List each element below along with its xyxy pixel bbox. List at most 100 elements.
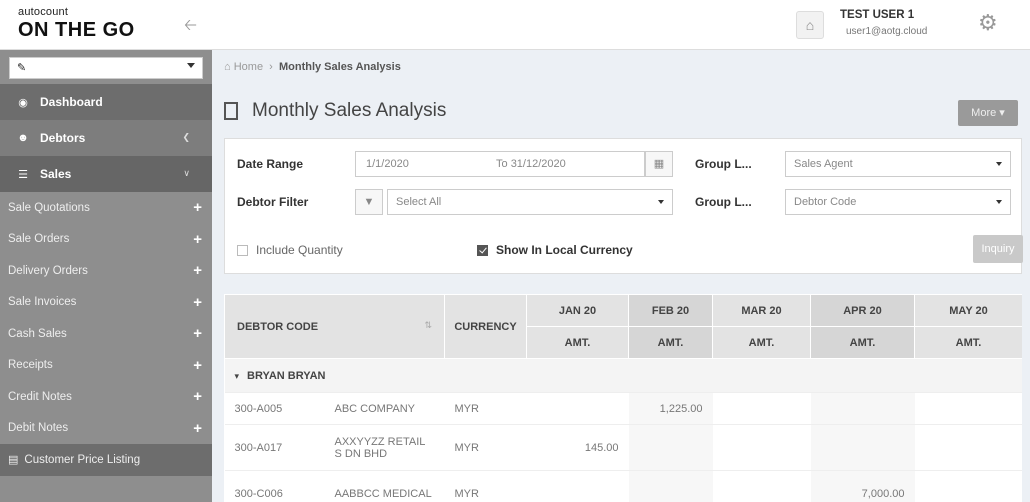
table-row[interactable]: 300-A017 AXXYYZZ RETAIL S DN BHD MYR 145… (224, 424, 1022, 471)
local-currency-label: Show In Local Currency (496, 243, 633, 257)
sidebar-item-label: Sales (40, 167, 72, 181)
sidebar-item-cash-sales[interactable]: Cash Sales + (0, 318, 212, 350)
col-amt: AMT. (914, 326, 1022, 359)
brand-big: ON THE GO (18, 19, 135, 41)
company-select[interactable]: ✎ (9, 57, 203, 79)
col-debtor-code[interactable]: DEBTOR CODE ⇅ (224, 294, 445, 359)
table-row[interactable]: 300-C006 AABBCC MEDICAL MYR 7,000.00 (224, 470, 1022, 502)
group-level-1-select[interactable]: Sales Agent (785, 151, 1011, 177)
plus-icon[interactable]: + (193, 262, 202, 279)
group-level-2-select[interactable]: Debtor Code (785, 189, 1011, 215)
sidebar-item-label: Sale Invoices (8, 296, 77, 309)
group-name: BRYAN BRYAN (247, 369, 326, 382)
table-row[interactable]: 300-A005 ABC COMPANY MYR 1,225.00 (224, 392, 1022, 425)
sidebar-item-sale-quotations[interactable]: Sale Quotations + (0, 192, 212, 224)
sidebar-item-debtors[interactable]: ☻ Debtors ❮ (0, 120, 212, 156)
include-quantity-checkbox[interactable]: Include Quantity (237, 243, 343, 257)
document-icon: ▤ (8, 454, 19, 467)
collapse-icon[interactable]: ▾ (235, 371, 240, 381)
breadcrumb-separator: › (266, 61, 276, 73)
sidebar-item-label: Sale Orders (8, 233, 70, 246)
sidebar-item-credit-notes[interactable]: Credit Notes + (0, 381, 212, 413)
plus-icon[interactable]: + (193, 199, 202, 216)
logo-bar: autocount ON THE GO 🡠 (0, 0, 212, 50)
plus-icon[interactable]: + (193, 388, 202, 405)
sidebar-item-sale-invoices[interactable]: Sale Invoices + (0, 286, 212, 318)
row-amount: 145.00 (526, 424, 629, 471)
date-range-label: Date Range (237, 157, 304, 171)
plus-icon[interactable]: + (193, 357, 202, 374)
row-amount (712, 392, 811, 425)
col-month: APR 20 (810, 294, 915, 327)
date-range-input[interactable]: 1/1/2020 To 31/12/2020 (355, 151, 645, 177)
row-amount (712, 470, 811, 502)
sort-icon[interactable]: ⇅ (424, 320, 432, 331)
plus-icon[interactable]: + (193, 231, 202, 248)
plus-icon[interactable]: + (193, 420, 202, 437)
user-name[interactable]: TEST USER 1 (840, 9, 914, 21)
group-level-1-value: Sales Agent (794, 158, 853, 170)
chevron-down-icon (996, 162, 1002, 166)
row-code: 300-A017 (224, 424, 325, 471)
row-amount (810, 424, 915, 471)
more-button[interactable]: More ▾ (958, 100, 1018, 126)
include-quantity-label: Include Quantity (256, 243, 343, 257)
breadcrumb-home[interactable]: Home (234, 61, 263, 73)
plus-icon[interactable]: + (193, 325, 202, 342)
local-currency-checkbox[interactable]: Show In Local Currency (477, 243, 633, 257)
debtor-filter-label: Debtor Filter (237, 195, 309, 209)
home-icon: ⌂ (224, 61, 231, 73)
row-name: AXXYYZZ RETAIL S DN BHD (324, 424, 445, 471)
col-month: MAY 20 (914, 294, 1022, 327)
row-amount (914, 470, 1022, 502)
back-arrow-icon[interactable]: 🡠 (184, 14, 202, 34)
row-amount (526, 392, 629, 425)
sidebar-item-label: Debit Notes (8, 422, 69, 435)
sidebar-item-sale-orders[interactable]: Sale Orders + (0, 223, 212, 255)
sidebar-item-label: Delivery Orders (8, 264, 88, 277)
row-code: 300-A005 (224, 392, 325, 425)
chevron-down-icon (187, 63, 195, 68)
col-amt: AMT. (810, 326, 915, 359)
sidebar-item-sales[interactable]: ☰ Sales ∨ (0, 156, 212, 192)
debtor-filter-placeholder: Select All (396, 196, 442, 208)
sidebar-item-delivery-orders[interactable]: Delivery Orders + (0, 255, 212, 287)
row-amount (628, 470, 713, 502)
main-content: ⌂ Home › Monthly Sales Analysis Monthly … (212, 50, 1030, 502)
sidebar-item-customer-price-listing[interactable]: ▤ Customer Price Listing (0, 444, 212, 476)
sidebar-item-receipts[interactable]: Receipts + (0, 349, 212, 381)
checkbox-unchecked-icon (237, 244, 248, 256)
plus-icon[interactable]: + (193, 294, 202, 311)
chevron-down-icon (996, 200, 1002, 204)
row-amount (914, 424, 1022, 471)
row-code: 300-C006 (224, 470, 325, 502)
col-currency[interactable]: CURRENCY (444, 294, 527, 359)
gear-icon[interactable]: ⚙ (978, 10, 998, 36)
users-icon: ☻ (17, 132, 29, 144)
filter-panel: Date Range 1/1/2020 To 31/12/2020 ▦ Grou… (224, 138, 1023, 274)
group-row[interactable]: ▾ BRYAN BRYAN (224, 358, 1022, 393)
breadcrumb-current: Monthly Sales Analysis (278, 61, 401, 73)
sidebar-item-debit-notes[interactable]: Debit Notes + (0, 412, 212, 444)
row-amount: 1,225.00 (628, 392, 713, 425)
chevron-left-icon: ❮ (182, 132, 190, 142)
filter-icon[interactable]: ▼ (355, 189, 383, 215)
sidebar-item-dashboard[interactable]: ◉ Dashboard (0, 84, 212, 120)
row-amount (914, 392, 1022, 425)
calendar-icon[interactable]: ▦ (645, 151, 673, 177)
sidebar-item-label: Dashboard (40, 95, 103, 109)
home-button[interactable]: ⌂ (796, 11, 824, 39)
group-level-2-label: Group L... (695, 195, 752, 209)
col-amt: AMT. (712, 326, 811, 359)
date-to: 31/12/2020 (510, 158, 566, 170)
company-bar: ✎ (0, 50, 212, 84)
chevron-down-icon: ∨ (183, 168, 190, 178)
row-amount: 7,000.00 (810, 470, 915, 502)
inquiry-button[interactable]: Inquiry (973, 235, 1023, 263)
row-amount (628, 424, 713, 471)
topbar: ⌂ TEST USER 1 user1@aotg.cloud ⚙ (212, 0, 1030, 50)
group-level-2-value: Debtor Code (794, 196, 857, 208)
sidebar-item-label: Cash Sales (8, 327, 67, 340)
row-amount (526, 470, 629, 502)
debtor-filter-select[interactable]: Select All (387, 189, 673, 215)
